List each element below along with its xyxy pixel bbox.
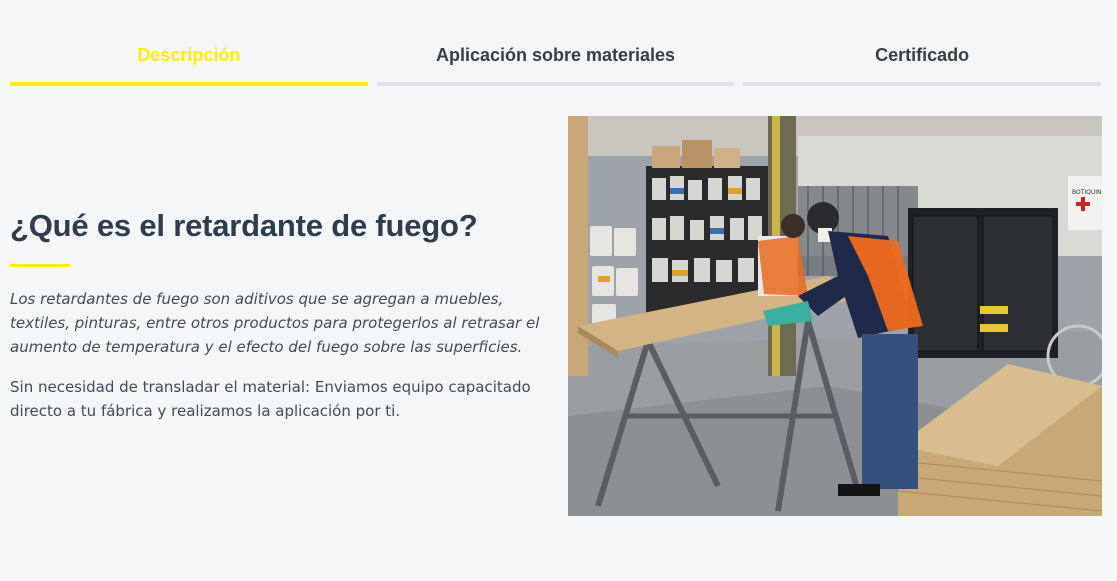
section-heading: ¿Qué es el retardante de fuego? [10, 208, 478, 243]
workshop-illustration: BOTIQUIN [568, 116, 1102, 516]
workshop-photo: BOTIQUIN [568, 116, 1102, 516]
tab-bar: Descripción Aplicación sobre materiales … [10, 0, 1101, 86]
tab-descripcion[interactable]: Descripción [10, 0, 368, 86]
description-italic-paragraph: Los retardantes de fuego son aditivos qu… [10, 290, 540, 356]
tab-aplicacion-sobre-materiales[interactable]: Aplicación sobre materiales [376, 0, 735, 86]
tab-certificado[interactable]: Certificado [743, 0, 1101, 86]
service-paragraph: Sin necesidad de transladar el material:… [10, 378, 531, 420]
heading-underline [10, 264, 70, 267]
first-aid-sign: BOTIQUIN [1072, 189, 1102, 196]
